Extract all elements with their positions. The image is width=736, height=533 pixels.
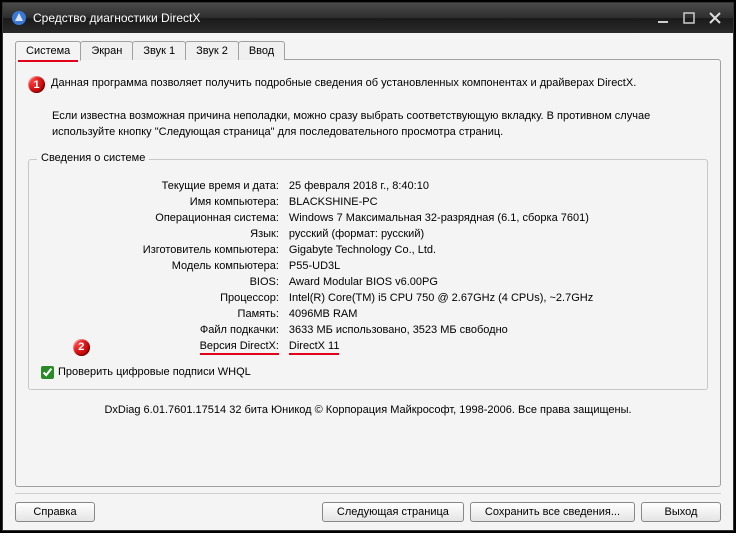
label-os: Операционная система: bbox=[139, 210, 283, 226]
footer-text: DxDiag 6.01.7601.17514 32 бита Юникод © … bbox=[28, 404, 708, 416]
label-datetime: Текущие время и дата: bbox=[139, 178, 283, 194]
spacer bbox=[101, 502, 316, 522]
help-button[interactable]: Справка bbox=[15, 502, 95, 522]
row-model: Модель компьютера: P55-UD3L bbox=[139, 258, 597, 274]
tab-system[interactable]: Система bbox=[15, 41, 81, 61]
value-os: Windows 7 Максимальная 32-разрядная (6.1… bbox=[283, 210, 597, 226]
row-mem: Память: 4096MB RAM bbox=[139, 306, 597, 322]
label-cpu: Процессор: bbox=[139, 290, 283, 306]
value-cpu: Intel(R) Core(TM) i5 CPU 750 @ 2.67GHz (… bbox=[283, 290, 597, 306]
whql-row: Проверить цифровые подписи WHQL bbox=[39, 366, 697, 379]
app-icon bbox=[11, 10, 27, 26]
value-pagefile: 3633 МБ использовано, 3523 МБ свободно bbox=[283, 322, 597, 338]
tab-sound1[interactable]: Звук 1 bbox=[132, 41, 186, 60]
save-all-button[interactable]: Сохранить все сведения... bbox=[470, 502, 635, 522]
titlebar: Средство диагностики DirectX bbox=[3, 3, 733, 33]
tab-label: Звук 1 bbox=[143, 45, 175, 57]
annotation-badge-1: 1 bbox=[28, 76, 45, 93]
intro-row: 1 Данная программа позволяет получить по… bbox=[28, 76, 708, 93]
minimize-button[interactable] bbox=[653, 10, 673, 26]
value-bios: Award Modular BIOS v6.00PG bbox=[283, 274, 597, 290]
intro-text-1: Данная программа позволяет получить подр… bbox=[51, 76, 636, 92]
value-dxver-text: DirectX 11 bbox=[289, 340, 340, 355]
label-lang: Язык: bbox=[139, 226, 283, 242]
annotation-underline bbox=[18, 60, 78, 62]
tab-input[interactable]: Ввод bbox=[238, 41, 285, 60]
tab-sound2[interactable]: Звук 2 bbox=[185, 41, 239, 60]
tab-display[interactable]: Экран bbox=[80, 41, 133, 60]
annotation-badge-2: 2 bbox=[73, 339, 90, 356]
value-datetime: 25 февраля 2018 г., 8:40:10 bbox=[283, 178, 597, 194]
value-pcname: BLACKSHINE-PC bbox=[283, 194, 597, 210]
maximize-button[interactable] bbox=[679, 10, 699, 26]
label-pcname: Имя компьютера: bbox=[139, 194, 283, 210]
exit-button[interactable]: Выход bbox=[641, 502, 721, 522]
tab-label: Ввод bbox=[249, 45, 274, 57]
label-model: Модель компьютера: bbox=[139, 258, 283, 274]
row-cpu: Процессор: Intel(R) Core(TM) i5 CPU 750 … bbox=[139, 290, 597, 306]
value-mem: 4096MB RAM bbox=[283, 306, 597, 322]
window: Средство диагностики DirectX Система Экр… bbox=[2, 2, 734, 531]
row-datetime: Текущие время и дата: 25 февраля 2018 г.… bbox=[139, 178, 597, 194]
whql-checkbox[interactable] bbox=[41, 366, 54, 379]
group-legend: Сведения о системе bbox=[37, 152, 149, 164]
system-info-group: Сведения о системе Текущие время и дата:… bbox=[28, 159, 708, 390]
close-button[interactable] bbox=[705, 10, 725, 26]
tab-page-system: 1 Данная программа позволяет получить по… bbox=[15, 59, 721, 487]
label-bios: BIOS: bbox=[139, 274, 283, 290]
label-pagefile: Файл подкачки: bbox=[139, 322, 283, 338]
tab-label: Система bbox=[26, 45, 70, 57]
window-title: Средство диагностики DirectX bbox=[33, 11, 647, 25]
row-manuf: Изготовитель компьютера: Gigabyte Techno… bbox=[139, 242, 597, 258]
label-dxver: 2 Версия DirectX: bbox=[139, 338, 283, 354]
row-pagefile: Файл подкачки: 3633 МБ использовано, 352… bbox=[139, 322, 597, 338]
row-dxver: 2 Версия DirectX: DirectX 11 bbox=[139, 338, 597, 354]
fields: Текущие время и дата: 25 февраля 2018 г.… bbox=[139, 178, 597, 354]
label-manuf: Изготовитель компьютера: bbox=[139, 242, 283, 258]
tab-label: Экран bbox=[91, 45, 122, 57]
row-bios: BIOS: Award Modular BIOS v6.00PG bbox=[139, 274, 597, 290]
whql-label[interactable]: Проверить цифровые подписи WHQL bbox=[58, 366, 251, 378]
label-mem: Память: bbox=[139, 306, 283, 322]
value-model: P55-UD3L bbox=[283, 258, 597, 274]
intro-text-2: Если известна возможная причина неполадк… bbox=[52, 109, 708, 141]
client-area: Система Экран Звук 1 Звук 2 Ввод 1 Данна… bbox=[3, 33, 733, 530]
next-page-button[interactable]: Следующая страница bbox=[322, 502, 464, 522]
label-dxver-text: Версия DirectX: bbox=[200, 340, 279, 355]
row-pcname: Имя компьютера: BLACKSHINE-PC bbox=[139, 194, 597, 210]
tab-label: Звук 2 bbox=[196, 45, 228, 57]
row-lang: Язык: русский (формат: русский) bbox=[139, 226, 597, 242]
value-manuf: Gigabyte Technology Co., Ltd. bbox=[283, 242, 597, 258]
value-dxver: DirectX 11 bbox=[283, 338, 597, 354]
bottom-buttons: Справка Следующая страница Сохранить все… bbox=[15, 493, 721, 522]
value-lang: русский (формат: русский) bbox=[283, 226, 597, 242]
row-os: Операционная система: Windows 7 Максимал… bbox=[139, 210, 597, 226]
tabs: Система Экран Звук 1 Звук 2 Ввод bbox=[15, 41, 721, 60]
